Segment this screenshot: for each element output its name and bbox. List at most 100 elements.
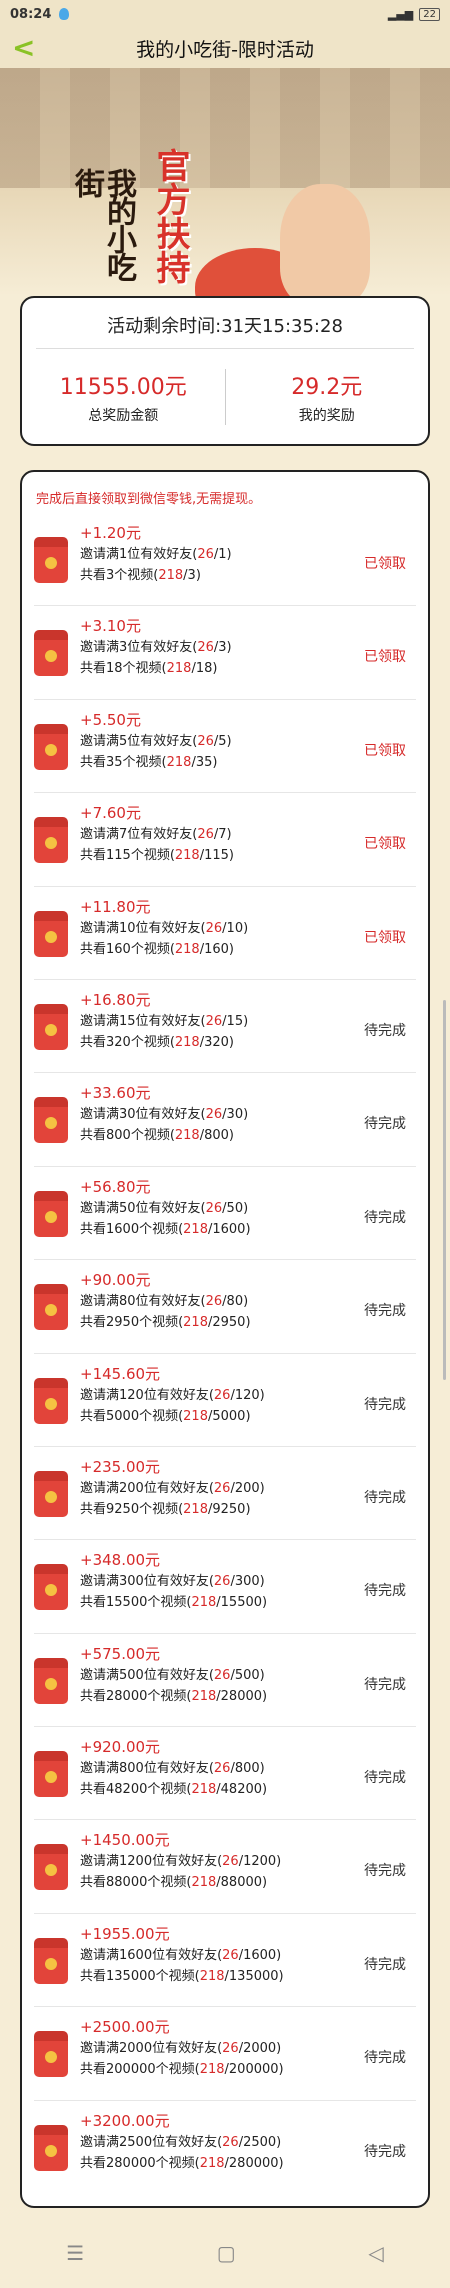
task-reward: +1.20元 bbox=[80, 524, 141, 542]
task-row: +3.10元 邀请满3位有效好友(26/3) 共看18个视频(218/18) 已… bbox=[34, 606, 416, 700]
task-reward: +2500.00元 bbox=[80, 2018, 170, 2037]
task-reward: +1955.00元 bbox=[80, 1924, 170, 1943]
task-invite-goal: 邀请满1600位有效好友(26/1600) bbox=[80, 1947, 282, 1963]
task-row: +3200.00元 邀请满2500位有效好友(26/2500) 共看280000… bbox=[34, 2101, 416, 2194]
task-invite-goal: 邀请满300位有效好友(26/300) bbox=[80, 1574, 265, 1590]
task-row: +11.80元 邀请满10位有效好友(26/10) 共看160个视频(218/1… bbox=[34, 887, 416, 980]
task-status[interactable]: 待完成 bbox=[364, 1207, 406, 1227]
task-row: +56.80元 邀请满50位有效好友(26/50) 共看1600个视频(218/… bbox=[34, 1167, 416, 1261]
title-bar: < 我的小吃街-限时活动 bbox=[0, 28, 450, 68]
task-reward: +145.60元 bbox=[80, 1364, 161, 1383]
task-status[interactable]: 已领取 bbox=[364, 833, 406, 853]
task-reward: +56.80元 bbox=[80, 1177, 151, 1196]
task-status[interactable]: 待完成 bbox=[364, 2141, 406, 2161]
countdown-label: 活动剩余时间: bbox=[107, 316, 222, 337]
task-video-goal: 共看48200个视频(218/48200) bbox=[80, 1782, 268, 1798]
red-envelope-icon bbox=[34, 1657, 68, 1704]
street-background bbox=[0, 68, 450, 188]
task-status[interactable]: 待完成 bbox=[364, 1674, 406, 1694]
red-envelope-icon bbox=[34, 2124, 68, 2171]
system-nav-bar: ☰ ▢ ◁ bbox=[0, 2218, 450, 2288]
task-video-goal: 共看135000个视频(218/135000) bbox=[80, 1968, 284, 1984]
signal-icon: ▂▄▆ bbox=[387, 7, 414, 21]
red-envelope-icon bbox=[34, 2031, 68, 2078]
task-status[interactable]: 已领取 bbox=[364, 553, 406, 573]
task-row: +1450.00元 邀请满1200位有效好友(26/1200) 共看88000个… bbox=[34, 1820, 416, 1914]
task-status[interactable]: 待完成 bbox=[364, 1113, 406, 1133]
my-reward: 29.2元 我的奖励 bbox=[224, 369, 429, 425]
task-invite-goal: 邀请满800位有效好友(26/800) bbox=[80, 1761, 265, 1777]
battery-icon: 22 bbox=[419, 7, 440, 21]
task-invite-goal: 邀请满1位有效好友(26/1) bbox=[80, 547, 232, 562]
task-status[interactable]: 待完成 bbox=[364, 2047, 406, 2067]
task-reward: +575.00元 bbox=[80, 1644, 161, 1663]
task-reward: +90.00元 bbox=[80, 1271, 151, 1290]
task-video-goal: 共看28000个视频(218/28000) bbox=[80, 1688, 268, 1704]
task-status[interactable]: 待完成 bbox=[364, 1954, 406, 1974]
red-envelope-icon bbox=[34, 630, 68, 677]
task-row: +348.00元 邀请满300位有效好友(26/300) 共看15500个视频(… bbox=[34, 1540, 416, 1634]
task-status[interactable]: 待完成 bbox=[364, 1394, 406, 1414]
red-envelope-icon bbox=[34, 1844, 68, 1891]
back-arrow-icon[interactable]: < bbox=[12, 34, 35, 62]
my-reward-label: 我的奖励 bbox=[298, 408, 355, 424]
task-video-goal: 共看15500个视频(218/15500) bbox=[80, 1595, 268, 1611]
task-row: +16.80元 邀请满15位有效好友(26/15) 共看320个视频(218/3… bbox=[34, 980, 416, 1074]
task-video-goal: 共看800个视频(218/800) bbox=[80, 1128, 234, 1144]
task-video-goal: 共看160个视频(218/160) bbox=[80, 941, 234, 957]
page-title: 我的小吃街-限时活动 bbox=[136, 38, 314, 61]
task-video-goal: 共看18个视频(218/18) bbox=[80, 661, 218, 677]
task-video-goal: 共看2950个视频(218/2950) bbox=[80, 1315, 251, 1331]
task-status[interactable]: 待完成 bbox=[364, 1487, 406, 1507]
task-row: +5.50元 邀请满5位有效好友(26/5) 共看35个视频(218/35) 已… bbox=[34, 700, 416, 794]
banner-slogan: 官方扶持 bbox=[150, 148, 190, 284]
task-row: +33.60元 邀请满30位有效好友(26/30) 共看800个视频(218/8… bbox=[34, 1073, 416, 1167]
red-envelope-icon bbox=[34, 723, 68, 770]
status-time: 08:24 bbox=[10, 6, 52, 22]
task-list[interactable]: 完成后直接领取到微信零钱,无需提现。 +1.20元 邀请满1位有效好友(26/1… bbox=[20, 470, 430, 2208]
task-reward: +348.00元 bbox=[80, 1551, 161, 1570]
task-status[interactable]: 待完成 bbox=[364, 1580, 406, 1600]
my-reward-value: 29.2元 bbox=[291, 375, 363, 400]
red-envelope-icon bbox=[34, 910, 68, 957]
status-bar: 08:24 ▂▄▆ 22 bbox=[0, 0, 450, 28]
countdown: 活动剩余时间:31天15:35:28 bbox=[22, 298, 428, 338]
task-invite-goal: 邀请满30位有效好友(26/30) bbox=[80, 1107, 249, 1123]
task-reward: +1450.00元 bbox=[80, 1831, 170, 1850]
task-video-goal: 共看115个视频(218/115) bbox=[80, 848, 234, 864]
task-invite-goal: 邀请满3位有效好友(26/3) bbox=[80, 640, 232, 656]
task-invite-goal: 邀请满7位有效好友(26/7) bbox=[80, 827, 232, 843]
scrollbar[interactable] bbox=[443, 1000, 446, 1380]
menu-icon[interactable]: ☰ bbox=[66, 2241, 84, 2265]
task-invite-goal: 邀请满50位有效好友(26/50) bbox=[80, 1200, 249, 1216]
task-status[interactable]: 已领取 bbox=[364, 927, 406, 947]
task-row: +145.60元 邀请满120位有效好友(26/120) 共看5000个视频(2… bbox=[34, 1354, 416, 1447]
task-video-goal: 共看320个视频(218/320) bbox=[80, 1034, 234, 1050]
task-invite-goal: 邀请满500位有效好友(26/500) bbox=[80, 1667, 265, 1683]
task-status[interactable]: 待完成 bbox=[364, 1020, 406, 1040]
task-reward: +33.60元 bbox=[80, 1084, 151, 1103]
red-envelope-icon bbox=[34, 1190, 68, 1237]
task-invite-goal: 邀请满15位有效好友(26/15) bbox=[80, 1013, 249, 1029]
task-reward: +235.00元 bbox=[80, 1457, 161, 1476]
task-row: +90.00元 邀请满80位有效好友(26/80) 共看2950个视频(218/… bbox=[34, 1260, 416, 1354]
task-status[interactable]: 待完成 bbox=[364, 1300, 406, 1320]
back-icon[interactable]: ◁ bbox=[368, 2241, 383, 2265]
notice-text: 完成后直接领取到微信零钱,无需提现。 bbox=[36, 492, 262, 507]
task-status[interactable]: 已领取 bbox=[364, 740, 406, 760]
task-status[interactable]: 待完成 bbox=[364, 1767, 406, 1787]
game-logo: 我的小吃街 bbox=[69, 168, 136, 280]
task-status[interactable]: 待完成 bbox=[364, 1860, 406, 1880]
task-row: +7.60元 邀请满7位有效好友(26/7) 共看115个视频(218/115)… bbox=[34, 793, 416, 887]
task-row: +235.00元 邀请满200位有效好友(26/200) 共看9250个视频(2… bbox=[34, 1447, 416, 1541]
task-reward: +5.50元 bbox=[80, 710, 141, 729]
task-video-goal: 共看88000个视频(218/88000) bbox=[80, 1875, 268, 1891]
red-envelope-icon bbox=[34, 537, 68, 583]
character-image bbox=[280, 184, 370, 296]
task-video-goal: 共看280000个视频(218/280000) bbox=[80, 2155, 284, 2171]
task-invite-goal: 邀请满5位有效好友(26/5) bbox=[80, 733, 232, 749]
home-icon[interactable]: ▢ bbox=[217, 2241, 236, 2265]
task-reward: +7.60元 bbox=[80, 804, 141, 823]
task-status[interactable]: 已领取 bbox=[364, 646, 406, 666]
status-icons: ▂▄▆ 22 bbox=[387, 7, 440, 21]
